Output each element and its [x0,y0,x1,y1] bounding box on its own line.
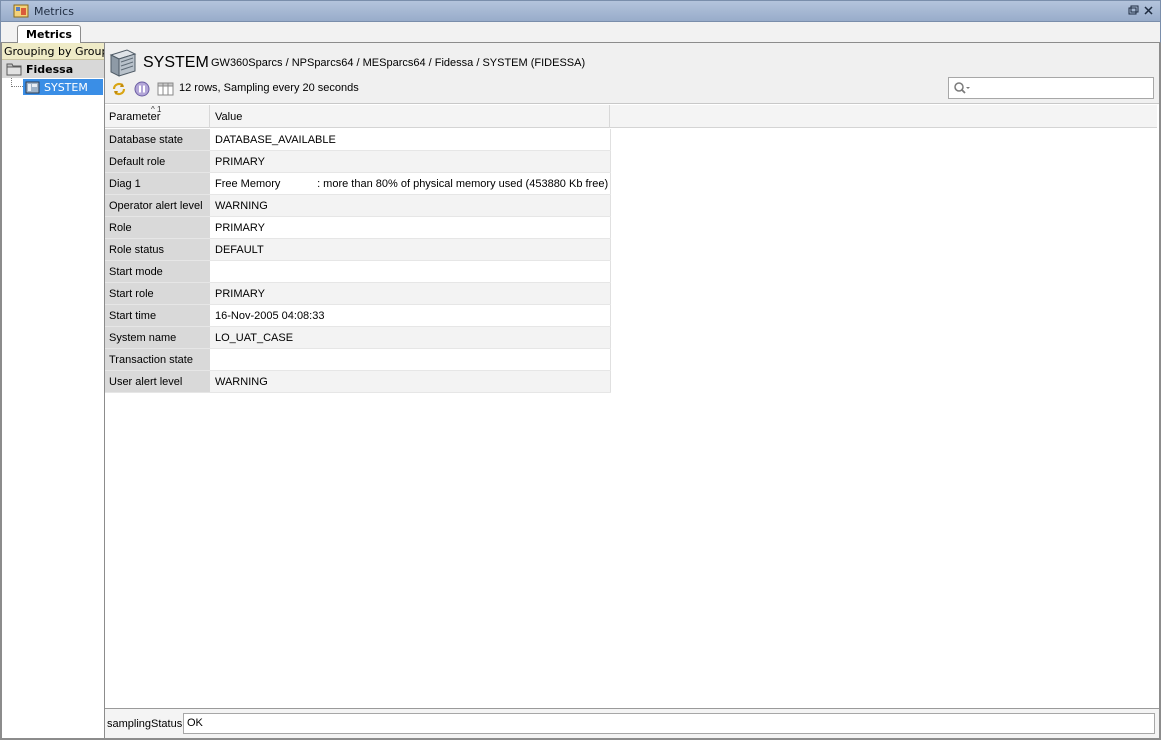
parameter-cell: Diag 1 [105,173,210,194]
system-server-icon [107,47,139,79]
table-row[interactable]: Start time16-Nov-2005 04:08:33 [105,305,611,327]
value-cell: Free Memory : more than 80% of physical … [210,173,611,194]
sampling-status-field: OK [183,713,1155,734]
parameter-cell: System name [105,327,210,348]
table-row[interactable]: Default rolePRIMARY [105,151,611,173]
parameter-cell: Start time [105,305,210,326]
parameter-cell: Role status [105,239,210,260]
parameter-cell: Database state [105,129,210,150]
column-header-value[interactable]: Value [210,105,610,128]
tree-node-system[interactable]: SYSTEM [2,78,104,96]
value-cell: PRIMARY [210,151,611,172]
sampling-status-label: samplingStatus [107,718,182,730]
window-controls [1128,5,1154,16]
pause-icon[interactable] [134,81,150,97]
value-cell: WARNING [210,195,611,216]
column-header-parameter[interactable]: ^ 1 Parameter [105,105,210,128]
restore-icon[interactable] [1128,5,1139,16]
column-header-filler [610,105,1157,128]
table-row[interactable]: Role statusDEFAULT [105,239,611,261]
value-cell [210,349,611,370]
tab-metrics[interactable]: Metrics [17,25,81,44]
window-title: Metrics [34,5,74,18]
value-cell: 16-Nov-2005 04:08:33 [210,305,611,326]
parameter-cell: Default role [105,151,210,172]
table-row[interactable]: Operator alert levelWARNING [105,195,611,217]
table-row[interactable]: System nameLO_UAT_CASE [105,327,611,349]
refresh-icon[interactable] [111,81,127,97]
sampling-info: 12 rows, Sampling every 20 seconds [179,82,359,94]
parameter-cell: Start role [105,283,210,304]
parameter-cell: Operator alert level [105,195,210,216]
columns-icon[interactable] [157,80,174,97]
table-row[interactable]: Transaction state [105,349,611,371]
metrics-table: ^ 1 Parameter Value Database stateDATABA… [105,105,1159,708]
table-header: ^ 1 Parameter Value [105,105,1157,128]
table-row[interactable]: Diag 1Free Memory : more than 80% of phy… [105,173,611,195]
tree-node-selected[interactable]: SYSTEM [23,79,103,95]
folder-icon [6,62,22,76]
system-icon [25,80,40,94]
sort-indicator: ^ 1 [151,104,161,115]
metrics-header: SYSTEM GW360Sparcs / NPSparcs64 / MESpar… [105,43,1159,104]
value-cell: WARNING [210,371,611,392]
column-label: Value [215,111,242,123]
value-cell: DATABASE_AVAILABLE [210,129,611,150]
close-icon[interactable] [1143,5,1154,16]
value-cell [210,261,611,282]
tab-strip: Metrics [0,22,1161,43]
value-cell: PRIMARY [210,283,611,304]
parameter-cell: Role [105,217,210,238]
group-tree-panel: Grouping by Group Fidessa SYSTEM [2,43,105,738]
table-row[interactable]: Start rolePRIMARY [105,283,611,305]
tree-node-fidessa[interactable]: Fidessa [2,60,104,78]
table-row[interactable]: Start mode [105,261,611,283]
value-cell: DEFAULT [210,239,611,260]
window-titlebar: Metrics [0,0,1161,22]
status-bar: samplingStatus OK [105,708,1159,738]
search-input[interactable] [974,79,1153,97]
value-cell: LO_UAT_CASE [210,327,611,348]
tree-node-label: SYSTEM [44,81,88,94]
breadcrumb: GW360Sparcs / NPSparcs64 / MESparcs64 / … [211,57,585,69]
table-row[interactable]: User alert levelWARNING [105,371,611,393]
search-field[interactable] [948,77,1154,99]
tree-connector [11,78,23,87]
value-cell: PRIMARY [210,217,611,238]
metrics-app-icon [13,3,29,19]
sort-index: 1 [157,105,161,114]
grouping-header[interactable]: Grouping by Group [2,43,104,60]
tree-node-label: Fidessa [26,63,73,76]
parameter-cell: Start mode [105,261,210,282]
parameter-cell: Transaction state [105,349,210,370]
search-icon[interactable] [953,81,971,95]
page-title: SYSTEM [143,54,209,72]
parameter-cell: User alert level [105,371,210,392]
table-row[interactable]: RolePRIMARY [105,217,611,239]
table-row[interactable]: Database stateDATABASE_AVAILABLE [105,129,611,151]
table-body: Database stateDATABASE_AVAILABLEDefault … [105,129,611,393]
